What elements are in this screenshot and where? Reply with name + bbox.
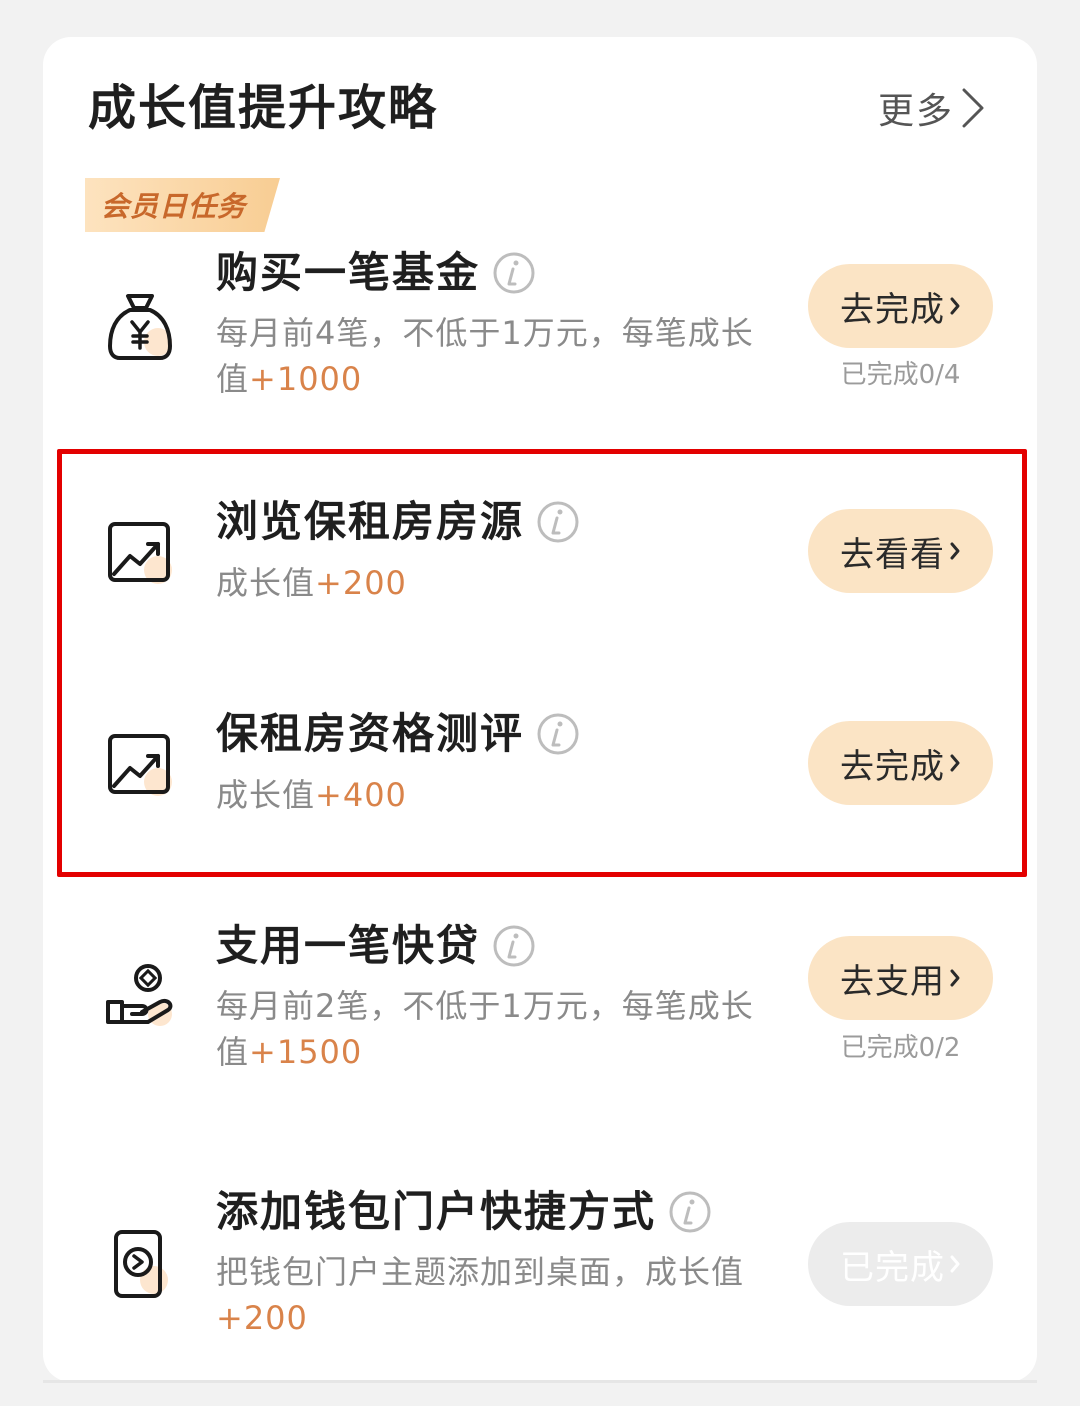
card-divider — [43, 1380, 1037, 1383]
complete-button[interactable]: 去完成 — [808, 721, 993, 805]
caret-right-icon — [950, 1255, 960, 1273]
member-day-tag: 会员日任务 — [85, 178, 280, 232]
task-progress: 已完成0/4 — [840, 360, 961, 390]
growth-value-plus: +1500 — [249, 1033, 363, 1071]
task-title: 浏览保租房房源 — [216, 494, 580, 550]
caret-right-icon — [950, 969, 960, 987]
wallet-card-icon — [114, 1230, 168, 1298]
caret-right-icon — [950, 542, 960, 560]
task-description: 成长值+200 — [216, 560, 786, 606]
task-title-text: 添加钱包门户快捷方式 — [216, 1187, 657, 1236]
growth-value-plus: +200 — [315, 564, 407, 602]
use-loan-button[interactable]: 去支用 — [808, 936, 993, 1020]
task-title-text: 购买一笔基金 — [216, 248, 481, 297]
task-title-text: 支用一笔快贷 — [216, 921, 481, 970]
task-desc-text: 成长值 — [216, 776, 316, 814]
money-bag-icon — [108, 294, 172, 360]
growth-value-plus: +200 — [216, 1299, 308, 1337]
task-desc-text: 成长值 — [216, 564, 316, 602]
info-icon[interactable] — [668, 1190, 712, 1234]
hand-coin-icon — [106, 964, 173, 1026]
task-desc-text: 把钱包门户主题添加到桌面，成长值 — [216, 1253, 745, 1291]
section-title: 成长值提升攻略 — [88, 80, 439, 136]
use-loan-button-label: 去支用 — [840, 961, 945, 1002]
complete-button-label: 去完成 — [840, 746, 945, 787]
complete-button[interactable]: 去完成 — [808, 264, 993, 348]
view-button-label: 去看看 — [840, 534, 945, 575]
growth-chart-icon — [108, 734, 172, 796]
growth-chart-icon — [108, 522, 172, 584]
task-title: 购买一笔基金 — [216, 245, 536, 301]
task-description: 把钱包门户主题添加到桌面，成长值 +200 — [216, 1249, 786, 1341]
task-title: 保租房资格测评 — [216, 706, 580, 762]
growth-value-plus: +1000 — [249, 360, 363, 398]
completed-button: 已完成 — [808, 1222, 993, 1306]
growth-value-plus: +400 — [315, 776, 407, 814]
task-title-text: 浏览保租房房源 — [216, 497, 525, 546]
task-progress: 已完成0/2 — [840, 1033, 961, 1063]
task-title: 添加钱包门户快捷方式 — [216, 1184, 712, 1240]
task-description: 每月前2笔，不低于1万元，每笔成长值+1500 — [216, 983, 786, 1075]
info-icon[interactable] — [536, 712, 580, 756]
member-day-tag-label: 会员日任务 — [101, 190, 247, 223]
caret-right-icon — [950, 297, 960, 315]
caret-right-icon — [950, 754, 960, 772]
task-description: 成长值+400 — [216, 772, 786, 818]
chevron-right-icon — [962, 88, 984, 128]
task-title-text: 保租房资格测评 — [216, 709, 525, 758]
more-link[interactable]: 更多 — [878, 82, 986, 134]
info-icon[interactable] — [492, 924, 536, 968]
info-icon[interactable] — [536, 500, 580, 544]
task-description: 每月前4笔，不低于1万元，每笔成长值+1000 — [216, 310, 786, 402]
task-title: 支用一笔快贷 — [216, 918, 536, 974]
complete-button-label: 去完成 — [840, 289, 945, 330]
more-label: 更多 — [878, 91, 955, 132]
view-button[interactable]: 去看看 — [808, 509, 993, 593]
info-icon[interactable] — [492, 251, 536, 295]
completed-button-label: 已完成 — [840, 1247, 945, 1288]
